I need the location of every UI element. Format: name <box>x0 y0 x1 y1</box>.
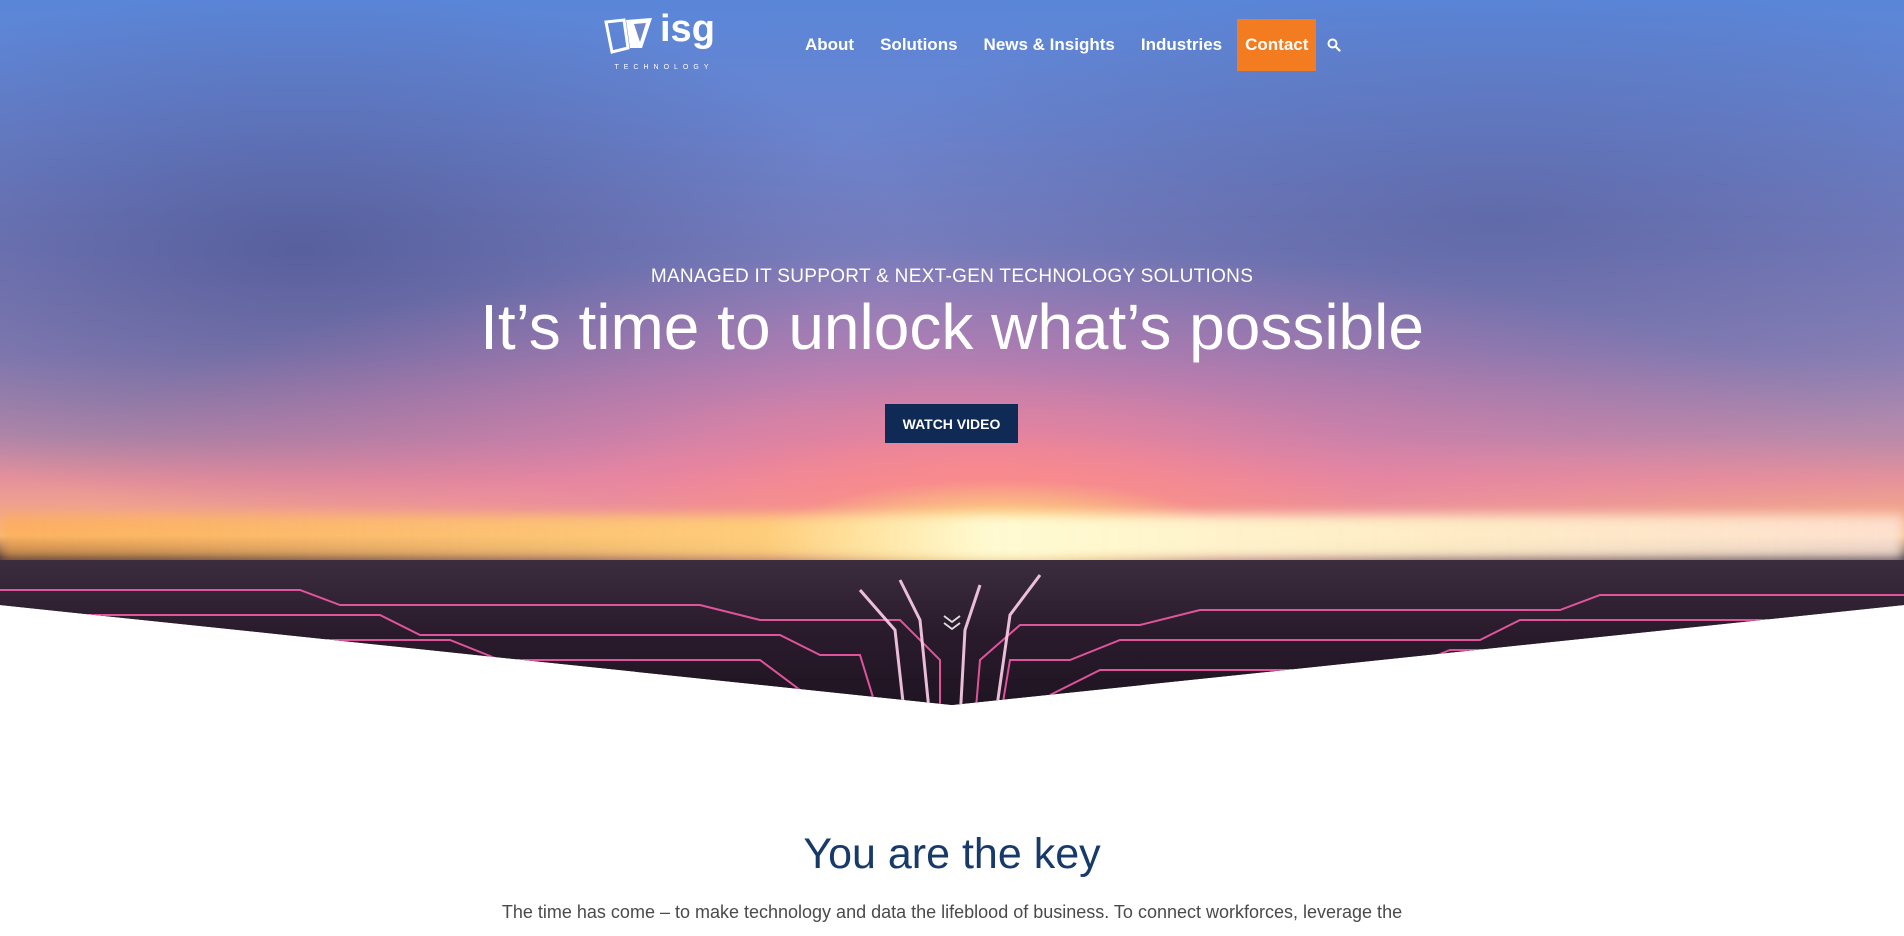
section-title: You are the key <box>803 830 1101 878</box>
hero-section: isg TECHNOLOGY About Solutions News & In… <box>0 0 1904 705</box>
main-navigation: About Solutions News & Insights Industri… <box>792 19 1352 71</box>
watch-video-button[interactable]: WATCH VIDEO <box>885 404 1018 443</box>
search-icon <box>1327 38 1341 52</box>
nav-item-contact[interactable]: Contact <box>1237 19 1317 71</box>
logo-subtext: TECHNOLOGY <box>614 64 714 71</box>
page: isg TECHNOLOGY About Solutions News & In… <box>0 0 1904 936</box>
nav-item-solutions[interactable]: Solutions <box>867 19 970 71</box>
isg-logo-mark-icon <box>604 18 652 54</box>
logo-wordmark: isg <box>660 8 715 50</box>
nav-item-about[interactable]: About <box>792 19 867 71</box>
nav-item-news-insights[interactable]: News & Insights <box>971 19 1128 71</box>
search-button[interactable] <box>1316 19 1352 71</box>
hero-kicker: MANAGED IT SUPPORT & NEXT-GEN TECHNOLOGY… <box>650 266 1254 287</box>
isg-logo[interactable]: isg TECHNOLOGY <box>604 8 720 74</box>
nav-item-industries[interactable]: Industries <box>1128 19 1235 71</box>
hero-title: It’s time to unlock what’s possible <box>480 291 1424 363</box>
horizon-glow <box>0 515 1904 560</box>
chevron-down-double-icon[interactable] <box>940 612 964 636</box>
section-body-text: The time has come – to make technology a… <box>501 902 1403 922</box>
